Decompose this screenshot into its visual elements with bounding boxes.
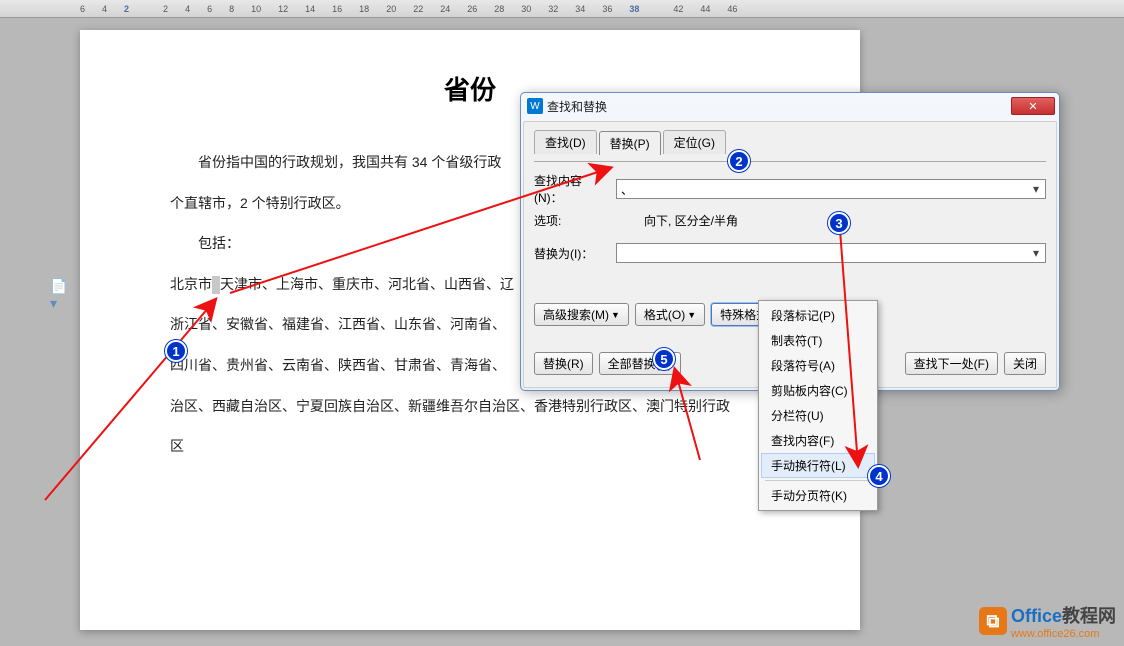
watermark-brand: Office bbox=[1011, 606, 1062, 626]
gutter-options-icon[interactable]: 📄▾ bbox=[50, 278, 70, 298]
dialog-title: 查找和替换 bbox=[547, 98, 1011, 115]
text-selection[interactable] bbox=[212, 276, 220, 294]
advanced-search-button[interactable]: 高级搜索(M) ▼ bbox=[534, 303, 629, 326]
watermark-logo-icon: ⧉ bbox=[979, 607, 1007, 635]
format-button[interactable]: 格式(O) ▼ bbox=[635, 303, 705, 326]
annotation-badge-1: 1 bbox=[165, 340, 187, 362]
annotation-badge-5: 5 bbox=[653, 348, 675, 370]
close-icon: ✕ bbox=[1028, 100, 1037, 113]
tab-find[interactable]: 查找(D) bbox=[534, 130, 597, 154]
menu-item-paragraph-mark[interactable]: 段落标记(P) bbox=[761, 303, 875, 328]
options-row: 选项: 向下, 区分全/半角 bbox=[534, 212, 1046, 229]
find-input-value: 、 bbox=[621, 181, 633, 198]
doc-line-5[interactable]: 区 bbox=[170, 426, 770, 467]
options-value: 向下, 区分全/半角 bbox=[644, 212, 738, 229]
text-after-selection: 天津市、上海市、重庆市、河北省、山西省、辽 bbox=[220, 276, 514, 292]
watermark: ⧉ Office教程网 www.office26.com bbox=[979, 602, 1116, 640]
menu-item-manual-page-break[interactable]: 手动分页符(K) bbox=[761, 483, 875, 508]
menu-item-paragraph-symbol[interactable]: 段落符号(A) bbox=[761, 353, 875, 378]
menu-item-tab[interactable]: 制表符(T) bbox=[761, 328, 875, 353]
find-label: 查找内容(N)： bbox=[534, 172, 610, 206]
annotation-badge-4: 4 bbox=[868, 465, 890, 487]
menu-item-manual-line-break[interactable]: 手动换行符(L) bbox=[761, 453, 875, 478]
replace-input[interactable]: ▾ bbox=[616, 243, 1046, 263]
dialog-titlebar[interactable]: W 查找和替换 ✕ bbox=[521, 93, 1059, 119]
dropdown-caret-icon[interactable]: ▾ bbox=[1029, 182, 1043, 196]
horizontal-ruler: 6422468101214161820222426283032343638424… bbox=[0, 0, 1124, 18]
text-before-selection: 北京市 bbox=[170, 276, 212, 292]
find-row: 查找内容(N)： 、 ▾ bbox=[534, 172, 1046, 206]
special-format-menu: 段落标记(P) 制表符(T) 段落符号(A) 剪贴板内容(C) 分栏符(U) 查… bbox=[758, 300, 878, 511]
find-input[interactable]: 、 ▾ bbox=[616, 179, 1046, 199]
chevron-down-icon: ▼ bbox=[687, 310, 696, 320]
watermark-url: www.office26.com bbox=[1011, 628, 1116, 640]
annotation-badge-2: 2 bbox=[728, 150, 750, 172]
menu-separator bbox=[765, 480, 871, 481]
replace-button[interactable]: 替换(R) bbox=[534, 352, 593, 375]
replace-row: 替换为(I)： ▾ bbox=[534, 243, 1046, 263]
dialog-close-button[interactable]: ✕ bbox=[1011, 97, 1055, 115]
close-button[interactable]: 关闭 bbox=[1004, 352, 1046, 375]
menu-item-column-break[interactable]: 分栏符(U) bbox=[761, 403, 875, 428]
replace-label: 替换为(I)： bbox=[534, 245, 610, 262]
doc-line-4[interactable]: 治区、西藏自治区、宁夏回族自治区、新疆维吾尔自治区、香港特别行政区、澳门特别行政 bbox=[170, 386, 770, 427]
watermark-suffix: 教程网 bbox=[1062, 606, 1116, 626]
menu-item-find-content[interactable]: 查找内容(F) bbox=[761, 428, 875, 453]
app-icon: W bbox=[527, 98, 543, 114]
tab-replace[interactable]: 替换(P) bbox=[599, 131, 661, 155]
find-next-button[interactable]: 查找下一处(F) bbox=[905, 352, 998, 375]
dropdown-caret-icon[interactable]: ▾ bbox=[1029, 246, 1043, 260]
tab-goto[interactable]: 定位(G) bbox=[663, 130, 726, 154]
menu-item-clipboard[interactable]: 剪贴板内容(C) bbox=[761, 378, 875, 403]
dialog-tabs: 查找(D) 替换(P) 定位(G) bbox=[534, 130, 1046, 154]
chevron-down-icon: ▼ bbox=[611, 310, 620, 320]
options-label: 选项: bbox=[534, 212, 610, 229]
annotation-badge-3: 3 bbox=[828, 212, 850, 234]
